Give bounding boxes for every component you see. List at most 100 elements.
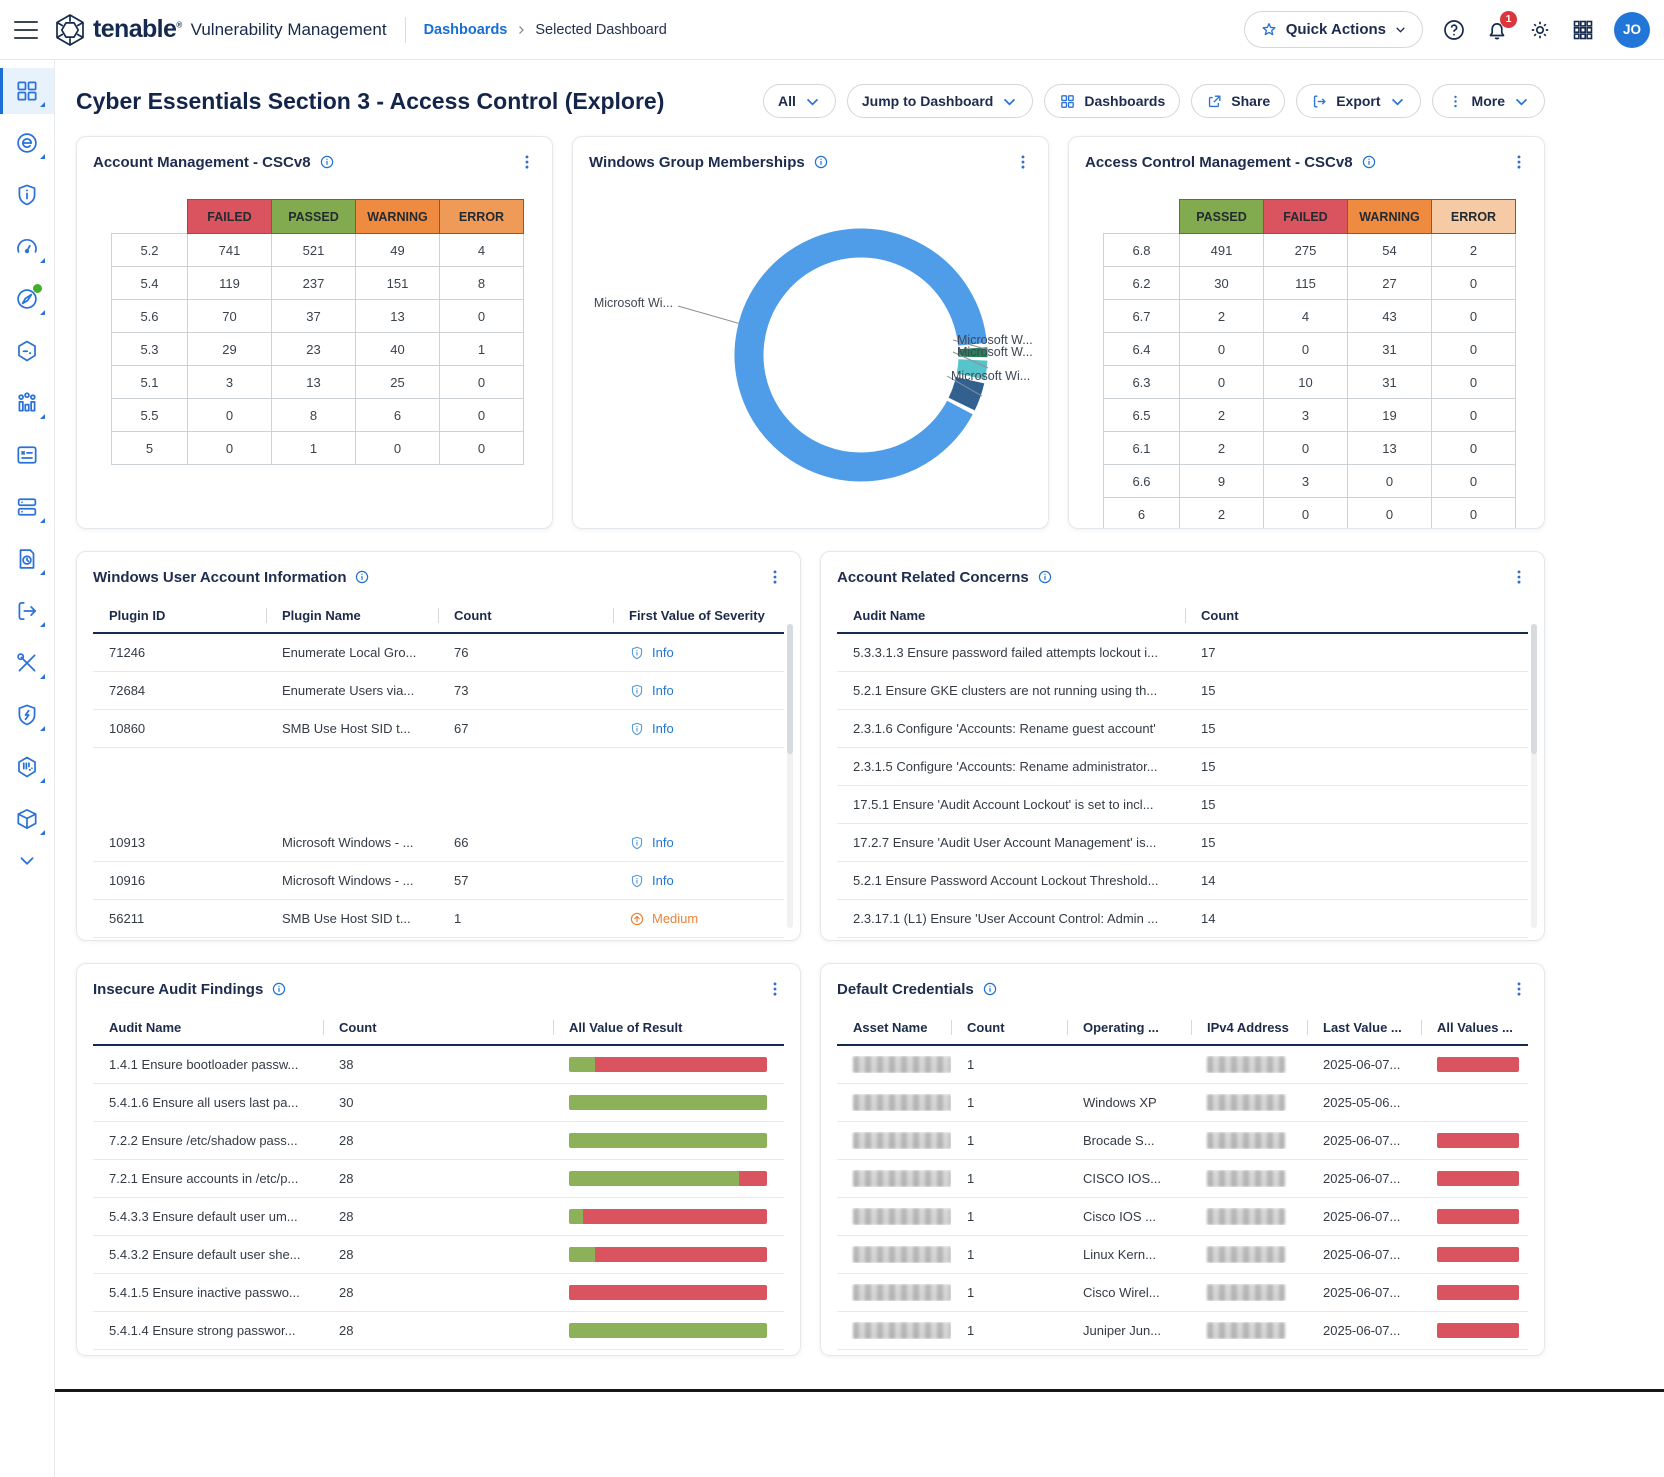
matrix-cell[interactable]: 151 [356,267,440,300]
column-header[interactable]: All Value of Result [553,1010,784,1044]
matrix-cell[interactable]: 13 [1348,432,1432,465]
column-header-warning[interactable]: WARNING [356,200,440,234]
matrix-cell[interactable]: 491 [1180,234,1264,267]
hamburger-menu-icon[interactable] [14,21,38,39]
row-label[interactable]: 6.8 [1104,234,1180,267]
table-row[interactable]: 1Linux Kern...2025-06-07... [837,1236,1528,1274]
column-header[interactable]: Count [951,1010,1067,1044]
table-row[interactable]: 10913Microsoft Windows - ...66Info [93,824,784,862]
table-row[interactable]: 1Windows XP2025-05-06... [837,1084,1528,1122]
column-header[interactable]: Operating ... [1067,1010,1191,1044]
failed-result-bar[interactable] [1437,1133,1519,1148]
sidebar-item-reports[interactable] [0,536,54,582]
sidebar-item-policies[interactable] [0,692,54,738]
matrix-cell[interactable]: 0 [1264,333,1348,366]
row-label[interactable]: 5 [112,432,188,465]
column-header[interactable]: Audit Name [93,1010,323,1044]
matrix-cell[interactable]: 23 [272,333,356,366]
table-row[interactable]: 7.2.1 Ensure accounts in /etc/p...28 [93,1160,784,1198]
table-row[interactable]: 17.2.7 Ensure 'Audit User Account Manage… [837,824,1528,862]
failed-result-bar[interactable] [1437,1247,1519,1262]
info-icon[interactable] [319,154,335,170]
column-header-failed[interactable]: FAILED [188,200,272,234]
result-bar[interactable] [569,1209,767,1224]
matrix-cell[interactable]: 40 [356,333,440,366]
result-bar[interactable] [569,1323,767,1338]
result-bar[interactable] [569,1285,767,1300]
row-label[interactable]: 5.1 [112,366,188,399]
table-row[interactable]: 1Juniper Jun...2025-06-07... [837,1312,1528,1350]
matrix-cell[interactable]: 0 [1264,498,1348,530]
table-row[interactable]: 72684Enumerate Users via...73Info [93,672,784,710]
matrix-cell[interactable]: 2 [1432,234,1516,267]
matrix-cell[interactable]: 13 [272,366,356,399]
matrix-cell[interactable]: 2 [1180,300,1264,333]
row-label[interactable]: 5.3 [112,333,188,366]
matrix-cell[interactable]: 0 [1264,432,1348,465]
matrix-cell[interactable]: 0 [440,399,524,432]
widget-menu-button[interactable] [766,568,784,586]
matrix-cell[interactable]: 4 [1264,300,1348,333]
matrix-cell[interactable]: 31 [1348,366,1432,399]
table-row[interactable]: 1Cisco IOS ...2025-06-07... [837,1198,1528,1236]
matrix-cell[interactable]: 0 [1180,366,1264,399]
column-header[interactable]: Plugin ID [93,598,266,632]
donut-slice[interactable] [962,380,970,404]
matrix-cell[interactable]: 0 [356,432,440,465]
sidebar-item-exports[interactable] [0,588,54,634]
column-header[interactable]: Count [323,1010,553,1044]
row-label[interactable]: 5.4 [112,267,188,300]
matrix-cell[interactable]: 0 [1348,498,1432,530]
matrix-cell[interactable]: 3 [1264,465,1348,498]
matrix-cell[interactable]: 8 [272,399,356,432]
result-bar[interactable] [569,1095,767,1110]
failed-result-bar[interactable] [1437,1323,1519,1338]
info-icon[interactable] [271,981,287,997]
matrix-cell[interactable]: 27 [1348,267,1432,300]
sidebar-item-assets[interactable] [0,328,54,374]
column-header-passed[interactable]: PASSED [272,200,356,234]
matrix-cell[interactable]: 3 [1264,399,1348,432]
row-label[interactable]: 5.5 [112,399,188,432]
quick-actions-button[interactable]: Quick Actions [1244,11,1423,48]
dashboards-button[interactable]: Dashboards [1044,84,1180,118]
jump-to-dashboard-dropdown[interactable]: Jump to Dashboard [847,84,1033,118]
info-icon[interactable] [1361,154,1377,170]
sidebar-item-lumin[interactable] [0,224,54,270]
column-header[interactable]: Plugin Name [266,598,438,632]
export-button[interactable]: Export [1296,84,1420,118]
matrix-cell[interactable]: 119 [188,267,272,300]
matrix-cell[interactable]: 0 [1432,300,1516,333]
apps-grid-icon[interactable] [1571,18,1595,42]
share-button[interactable]: Share [1191,84,1285,118]
info-icon[interactable] [1037,569,1053,585]
matrix-cell[interactable]: 49 [356,234,440,267]
row-label[interactable]: 5.2 [112,234,188,267]
matrix-cell[interactable]: 1 [440,333,524,366]
widget-menu-button[interactable] [1014,153,1032,171]
info-icon[interactable] [982,981,998,997]
table-row[interactable]: 2.3.17.1 (L1) Ensure 'User Account Contr… [837,900,1528,938]
matrix-cell[interactable]: 0 [440,300,524,333]
widget-menu-button[interactable] [1510,153,1528,171]
table-row[interactable]: 5.4.1.6 Ensure all users last pa...30 [93,1084,784,1122]
sidebar-item-web-app-scanning[interactable] [0,276,54,322]
user-avatar[interactable]: JO [1614,12,1650,48]
matrix-cell[interactable]: 0 [1348,465,1432,498]
table-row[interactable]: 2.3.1.6 Configure 'Accounts: Rename gues… [837,710,1528,748]
table-row[interactable]: 5.3.3.1.3 Ensure password failed attempt… [837,634,1528,672]
matrix-cell[interactable]: 2 [1180,399,1264,432]
matrix-cell[interactable]: 0 [440,366,524,399]
matrix-cell[interactable]: 43 [1348,300,1432,333]
matrix-cell[interactable]: 19 [1348,399,1432,432]
column-header-failed[interactable]: FAILED [1264,200,1348,234]
sidebar-item-scans[interactable] [0,484,54,530]
matrix-cell[interactable]: 31 [1348,333,1432,366]
table-row[interactable]: 5.2.1 Ensure GKE clusters are not runnin… [837,672,1528,710]
table-row[interactable]: 10916Microsoft Windows - ...57Info [93,862,784,900]
table-row[interactable]: 1Brocade S...2025-06-07... [837,1122,1528,1160]
matrix-cell[interactable]: 25 [356,366,440,399]
table-row[interactable]: 17.5.1 Ensure 'Audit Account Lockout' is… [837,786,1528,824]
column-header[interactable]: IPv4 Address [1191,1010,1307,1044]
matrix-cell[interactable]: 2 [1180,498,1264,530]
